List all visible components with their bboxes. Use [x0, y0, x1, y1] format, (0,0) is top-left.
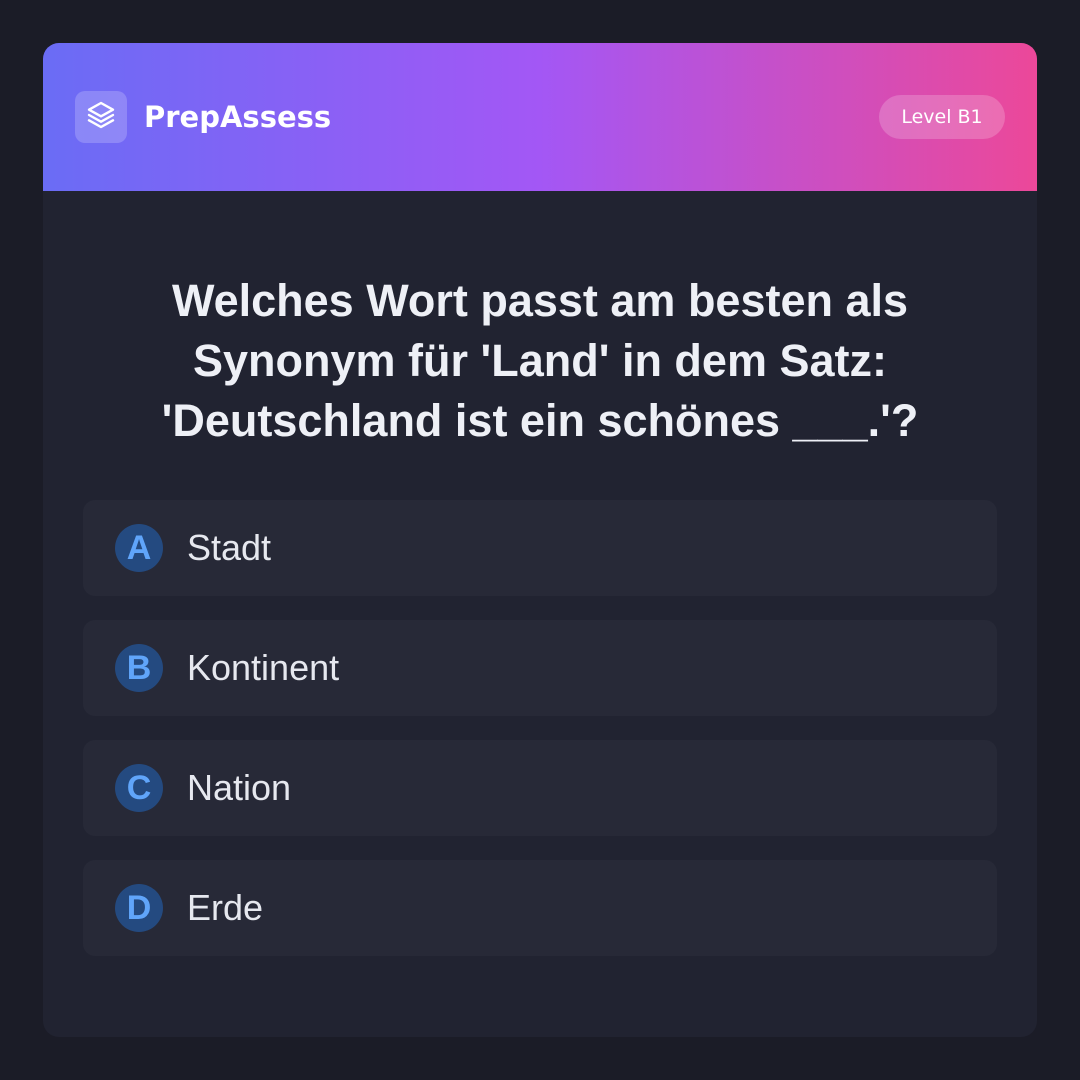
- option-label: Stadt: [187, 527, 272, 568]
- quiz-header: PrepAssess Level B1: [43, 43, 1037, 191]
- answer-option-b[interactable]: B Kontinent: [83, 620, 997, 716]
- option-label: Kontinent: [187, 647, 340, 688]
- answer-option-c[interactable]: C Nation: [83, 740, 997, 836]
- app-brand: PrepAssess: [144, 100, 332, 134]
- option-letter-badge: A: [115, 524, 163, 572]
- option-label: Erde: [187, 887, 264, 928]
- app-logo: [75, 91, 127, 143]
- answer-option-d[interactable]: D Erde: [83, 860, 997, 956]
- option-letter-badge: B: [115, 644, 163, 692]
- level-badge: Level B1: [879, 95, 1005, 139]
- option-letter-badge: D: [115, 884, 163, 932]
- quiz-card: PrepAssess Level B1 Welches Wort passt a…: [43, 43, 1037, 1037]
- answer-option-a[interactable]: A Stadt: [83, 500, 997, 596]
- question-text: Welches Wort passt am besten als Synonym…: [161, 275, 919, 446]
- option-letter-badge: C: [115, 764, 163, 812]
- option-label: Nation: [187, 767, 292, 808]
- layers-icon: [85, 99, 117, 136]
